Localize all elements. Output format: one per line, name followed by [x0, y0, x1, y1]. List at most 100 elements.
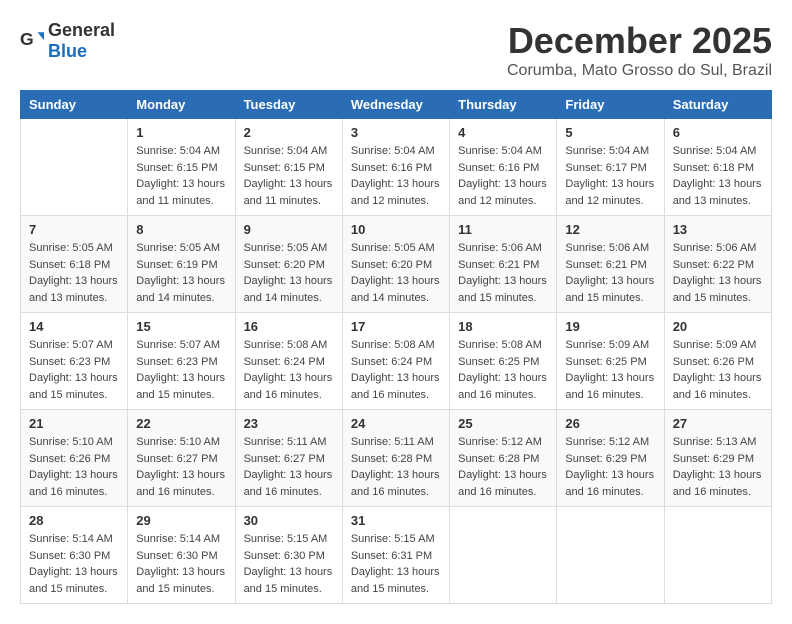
calendar-cell-w5-d4 — [450, 507, 557, 604]
week-row-5: 28 Sunrise: 5:14 AMSunset: 6:30 PMDayligh… — [21, 507, 772, 604]
day-info: Sunrise: 5:05 AMSunset: 6:20 PMDaylight:… — [244, 240, 334, 306]
day-number: 12 — [565, 222, 655, 237]
week-row-4: 21 Sunrise: 5:10 AMSunset: 6:26 PMDayligh… — [21, 410, 772, 507]
calendar-cell-w1-d2: 2Sunrise: 5:04 AMSunset: 6:15 PMDaylight… — [235, 119, 342, 216]
day-number: 21 — [29, 416, 119, 431]
day-info: Sunrise: 5:05 AMSunset: 6:19 PMDaylight:… — [136, 240, 226, 306]
week-row-3: 14 Sunrise: 5:07 AMSunset: 6:23 PMDayligh… — [21, 313, 772, 410]
calendar-table: Sunday Monday Tuesday Wednesday Thursday… — [20, 90, 772, 604]
day-info: Sunrise: 5:11 AMSunset: 6:28 PMDaylight:… — [351, 434, 441, 500]
day-number: 5 — [565, 125, 655, 140]
calendar-cell-w5-d0: 28 Sunrise: 5:14 AMSunset: 6:30 PMDayligh… — [21, 507, 128, 604]
day-number: 13 — [673, 222, 763, 237]
day-info: Sunrise: 5:11 AMSunset: 6:27 PMDaylight:… — [244, 434, 334, 500]
calendar-cell-w2-d4: 11 Sunrise: 5:06 AMSunset: 6:21 PMDayligh… — [450, 216, 557, 313]
logo-general-text: General — [48, 20, 115, 40]
day-number: 8 — [136, 222, 226, 237]
calendar-cell-w3-d4: 18Sunrise: 5:08 AMSunset: 6:25 PMDayligh… — [450, 313, 557, 410]
calendar-cell-w1-d5: 5 Sunrise: 5:04 AMSunset: 6:17 PMDaylight… — [557, 119, 664, 216]
calendar-cell-w3-d6: 20 Sunrise: 5:09 AMSunset: 6:26 PMDayligh… — [664, 313, 771, 410]
day-info: Sunrise: 5:04 AMSunset: 6:16 PMDaylight:… — [351, 143, 441, 209]
day-info: Sunrise: 5:10 AMSunset: 6:26 PMDaylight:… — [29, 434, 119, 500]
day-number: 14 — [29, 319, 119, 334]
day-info: Sunrise: 5:04 AMSunset: 6:15 PMDaylight:… — [136, 143, 226, 209]
calendar-cell-w5-d3: 31 Sunrise: 5:15 AMSunset: 6:31 PMDayligh… — [342, 507, 449, 604]
calendar-cell-w2-d3: 10 Sunrise: 5:05 AMSunset: 6:20 PMDayligh… — [342, 216, 449, 313]
day-info: Sunrise: 5:09 AMSunset: 6:26 PMDaylight:… — [673, 337, 763, 403]
header-sunday: Sunday — [21, 91, 128, 119]
calendar-cell-w4-d1: 22 Sunrise: 5:10 AMSunset: 6:27 PMDayligh… — [128, 410, 235, 507]
header-wednesday: Wednesday — [342, 91, 449, 119]
day-number: 31 — [351, 513, 441, 528]
day-number: 28 — [29, 513, 119, 528]
calendar-cell-w1-d1: 1 Sunrise: 5:04 AMSunset: 6:15 PMDaylight… — [128, 119, 235, 216]
logo-blue-text: Blue — [48, 41, 87, 61]
svg-text:G: G — [20, 29, 34, 49]
main-title: December 2025 — [507, 20, 772, 62]
calendar-cell-w5-d1: 29 Sunrise: 5:14 AMSunset: 6:30 PMDayligh… — [128, 507, 235, 604]
day-number: 9 — [244, 222, 334, 237]
day-info: Sunrise: 5:05 AMSunset: 6:20 PMDaylight:… — [351, 240, 441, 306]
day-number: 20 — [673, 319, 763, 334]
calendar-cell-w5-d6 — [664, 507, 771, 604]
day-number: 4 — [458, 125, 548, 140]
day-number: 3 — [351, 125, 441, 140]
day-number: 6 — [673, 125, 763, 140]
day-number: 30 — [244, 513, 334, 528]
calendar-cell-w4-d4: 25 Sunrise: 5:12 AMSunset: 6:28 PMDayligh… — [450, 410, 557, 507]
day-info: Sunrise: 5:04 AMSunset: 6:17 PMDaylight:… — [565, 143, 655, 209]
day-info: Sunrise: 5:06 AMSunset: 6:22 PMDaylight:… — [673, 240, 763, 306]
day-number: 19 — [565, 319, 655, 334]
day-number: 15 — [136, 319, 226, 334]
day-info: Sunrise: 5:08 AMSunset: 6:24 PMDaylight:… — [244, 337, 334, 403]
week-row-1: 1 Sunrise: 5:04 AMSunset: 6:15 PMDaylight… — [21, 119, 772, 216]
subtitle: Corumba, Mato Grosso do Sul, Brazil — [507, 62, 772, 80]
day-info: Sunrise: 5:08 AMSunset: 6:25 PMDaylight:… — [458, 337, 548, 403]
calendar-cell-w4-d5: 26Sunrise: 5:12 AMSunset: 6:29 PMDayligh… — [557, 410, 664, 507]
week-row-2: 7Sunrise: 5:05 AMSunset: 6:18 PMDaylight… — [21, 216, 772, 313]
calendar-cell-w3-d1: 15 Sunrise: 5:07 AMSunset: 6:23 PMDayligh… — [128, 313, 235, 410]
logo: G General Blue — [20, 20, 115, 62]
calendar-cell-w1-d0 — [21, 119, 128, 216]
day-number: 27 — [673, 416, 763, 431]
day-info: Sunrise: 5:14 AMSunset: 6:30 PMDaylight:… — [29, 531, 119, 597]
day-info: Sunrise: 5:06 AMSunset: 6:21 PMDaylight:… — [458, 240, 548, 306]
calendar-cell-w3-d2: 16Sunrise: 5:08 AMSunset: 6:24 PMDayligh… — [235, 313, 342, 410]
calendar-cell-w2-d1: 8 Sunrise: 5:05 AMSunset: 6:19 PMDaylight… — [128, 216, 235, 313]
header-monday: Monday — [128, 91, 235, 119]
logo-icon: G — [20, 29, 44, 53]
header-saturday: Saturday — [664, 91, 771, 119]
title-section: December 2025 Corumba, Mato Grosso do Su… — [507, 20, 772, 80]
day-info: Sunrise: 5:06 AMSunset: 6:21 PMDaylight:… — [565, 240, 655, 306]
day-info: Sunrise: 5:15 AMSunset: 6:30 PMDaylight:… — [244, 531, 334, 597]
day-info: Sunrise: 5:09 AMSunset: 6:25 PMDaylight:… — [565, 337, 655, 403]
day-info: Sunrise: 5:15 AMSunset: 6:31 PMDaylight:… — [351, 531, 441, 597]
day-number: 29 — [136, 513, 226, 528]
day-number: 11 — [458, 222, 548, 237]
calendar-cell-w4-d0: 21 Sunrise: 5:10 AMSunset: 6:26 PMDayligh… — [21, 410, 128, 507]
weekday-header-row: Sunday Monday Tuesday Wednesday Thursday… — [21, 91, 772, 119]
day-info: Sunrise: 5:07 AMSunset: 6:23 PMDaylight:… — [29, 337, 119, 403]
day-info: Sunrise: 5:10 AMSunset: 6:27 PMDaylight:… — [136, 434, 226, 500]
calendar-cell-w4-d3: 24Sunrise: 5:11 AMSunset: 6:28 PMDayligh… — [342, 410, 449, 507]
calendar-cell-w2-d6: 13 Sunrise: 5:06 AMSunset: 6:22 PMDayligh… — [664, 216, 771, 313]
day-number: 2 — [244, 125, 334, 140]
day-info: Sunrise: 5:08 AMSunset: 6:24 PMDaylight:… — [351, 337, 441, 403]
day-number: 10 — [351, 222, 441, 237]
day-info: Sunrise: 5:05 AMSunset: 6:18 PMDaylight:… — [29, 240, 119, 306]
header-friday: Friday — [557, 91, 664, 119]
day-info: Sunrise: 5:04 AMSunset: 6:16 PMDaylight:… — [458, 143, 548, 209]
day-number: 1 — [136, 125, 226, 140]
calendar-cell-w2-d2: 9 Sunrise: 5:05 AMSunset: 6:20 PMDaylight… — [235, 216, 342, 313]
day-number: 23 — [244, 416, 334, 431]
calendar-cell-w1-d6: 6Sunrise: 5:04 AMSunset: 6:18 PMDaylight… — [664, 119, 771, 216]
day-number: 25 — [458, 416, 548, 431]
day-info: Sunrise: 5:07 AMSunset: 6:23 PMDaylight:… — [136, 337, 226, 403]
calendar-cell-w2-d5: 12 Sunrise: 5:06 AMSunset: 6:21 PMDayligh… — [557, 216, 664, 313]
calendar-cell-w3-d0: 14 Sunrise: 5:07 AMSunset: 6:23 PMDayligh… — [21, 313, 128, 410]
day-number: 22 — [136, 416, 226, 431]
header-thursday: Thursday — [450, 91, 557, 119]
calendar-cell-w1-d4: 4 Sunrise: 5:04 AMSunset: 6:16 PMDaylight… — [450, 119, 557, 216]
day-info: Sunrise: 5:12 AMSunset: 6:28 PMDaylight:… — [458, 434, 548, 500]
day-info: Sunrise: 5:14 AMSunset: 6:30 PMDaylight:… — [136, 531, 226, 597]
